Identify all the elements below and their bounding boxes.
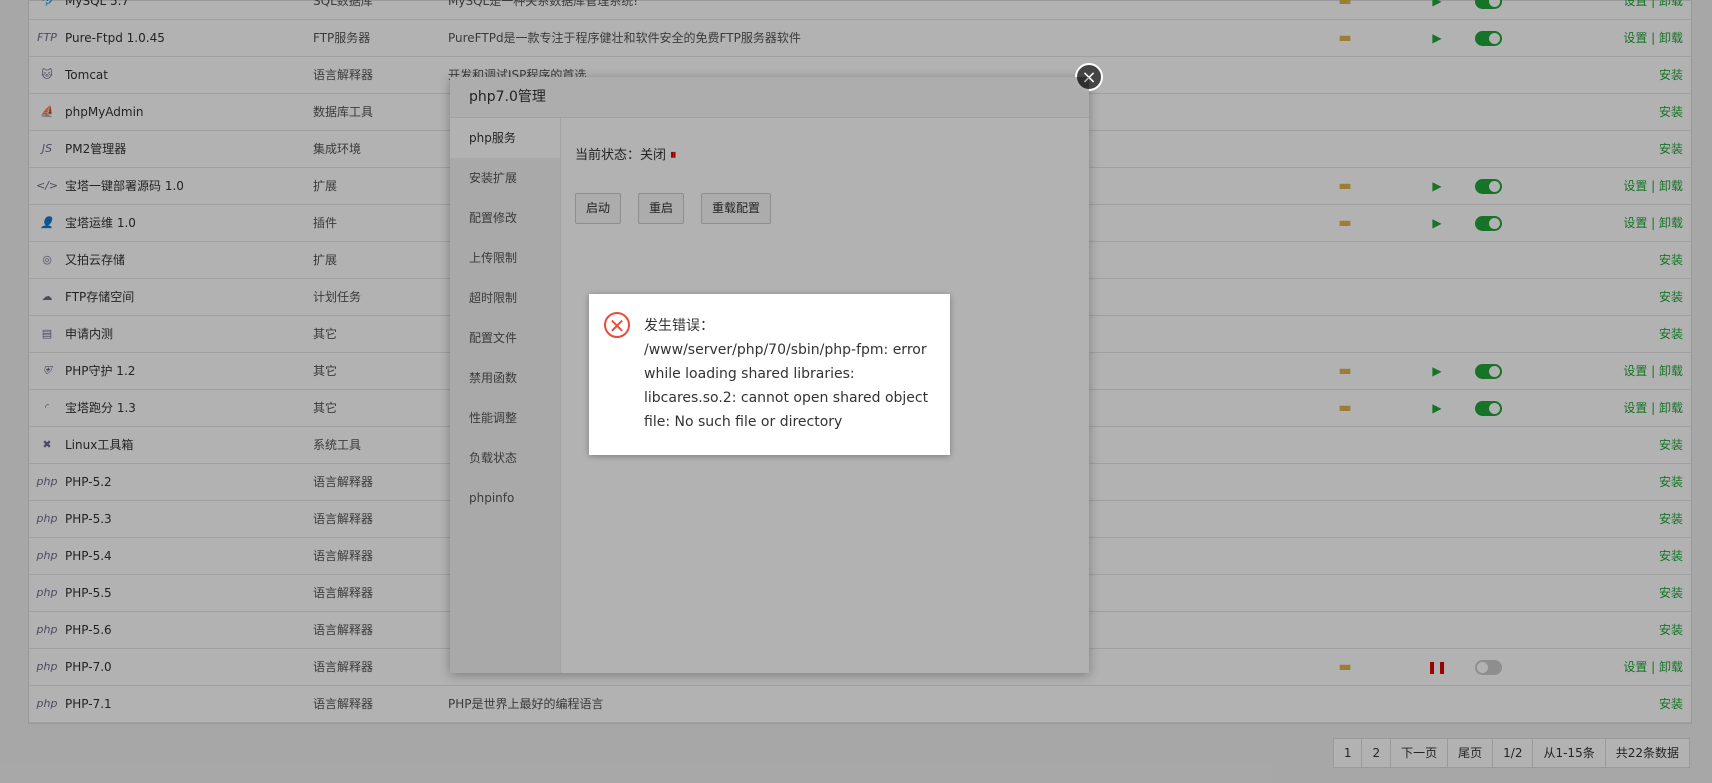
error-dialog: ✕ 发生错误： /www/server/php/70/sbin/php-fpm:…	[589, 294, 950, 455]
error-title: 发生错误：	[644, 318, 714, 334]
error-message: /www/server/php/70/sbin/php-fpm: error w…	[644, 342, 929, 430]
error-icon: ✕	[604, 312, 630, 338]
error-message-block: 发生错误： /www/server/php/70/sbin/php-fpm: e…	[644, 314, 934, 434]
